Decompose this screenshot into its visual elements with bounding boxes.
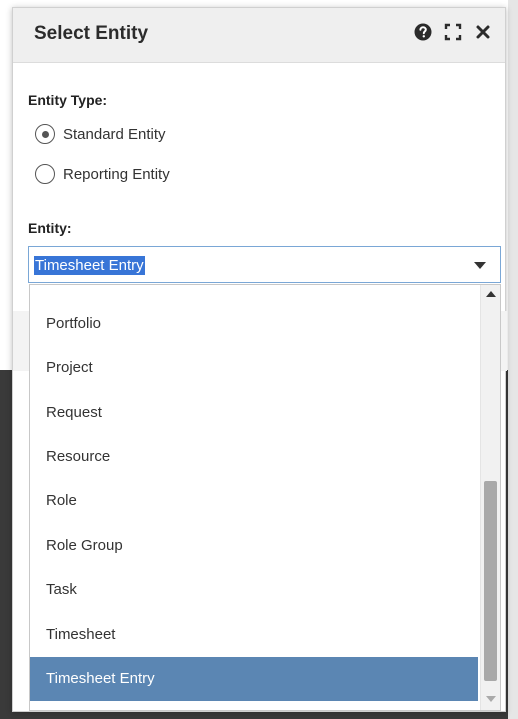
radio-label: Reporting Entity bbox=[63, 165, 170, 183]
list-scrollbar[interactable] bbox=[480, 285, 500, 710]
expand-icon[interactable] bbox=[443, 22, 463, 42]
list-item-request[interactable]: Request bbox=[30, 391, 478, 435]
screen: Select Entity Entity Type: Standard Enti… bbox=[0, 0, 518, 719]
list-item-project[interactable]: Project bbox=[30, 346, 478, 390]
list-item-portfolio[interactable]: Portfolio bbox=[30, 302, 478, 346]
list-item-timesheet[interactable]: Timesheet bbox=[30, 613, 478, 657]
radio-reporting-entity[interactable]: Reporting Entity bbox=[35, 164, 170, 184]
entity-dropdown-list[interactable]: Portfolio Project Request Resource Role … bbox=[29, 284, 501, 711]
list-item-timesheet-entry[interactable]: Timesheet Entry bbox=[30, 657, 478, 701]
radio-label: Standard Entity bbox=[63, 125, 166, 143]
dialog-header: Select Entity bbox=[13, 8, 505, 63]
radio-button-checked[interactable] bbox=[35, 124, 55, 144]
scroll-thumb[interactable] bbox=[484, 481, 497, 681]
list-item-resource[interactable]: Resource bbox=[30, 435, 478, 479]
entity-select[interactable]: Timesheet Entry bbox=[28, 246, 501, 283]
chevron-down-icon[interactable] bbox=[474, 262, 486, 269]
select-entity-dialog: Select Entity Entity Type: Standard Enti… bbox=[12, 7, 507, 712]
page-backdrop-edge bbox=[508, 0, 518, 719]
close-icon[interactable] bbox=[473, 22, 493, 42]
scroll-down-arrow-icon[interactable] bbox=[486, 696, 496, 702]
dialog-title: Select Entity bbox=[34, 23, 149, 44]
help-icon[interactable] bbox=[413, 22, 433, 42]
radio-button[interactable] bbox=[35, 164, 55, 184]
entity-type-label: Entity Type: bbox=[28, 92, 108, 108]
list-item-task[interactable]: Task bbox=[30, 568, 478, 612]
radio-standard-entity[interactable]: Standard Entity bbox=[35, 124, 166, 144]
list-item-role-group[interactable]: Role Group bbox=[30, 524, 478, 568]
list-item-role[interactable]: Role bbox=[30, 479, 478, 523]
header-actions bbox=[413, 22, 493, 42]
scroll-up-arrow-icon[interactable] bbox=[486, 291, 496, 297]
entity-select-value[interactable]: Timesheet Entry bbox=[34, 256, 145, 275]
entity-label: Entity: bbox=[28, 220, 72, 236]
